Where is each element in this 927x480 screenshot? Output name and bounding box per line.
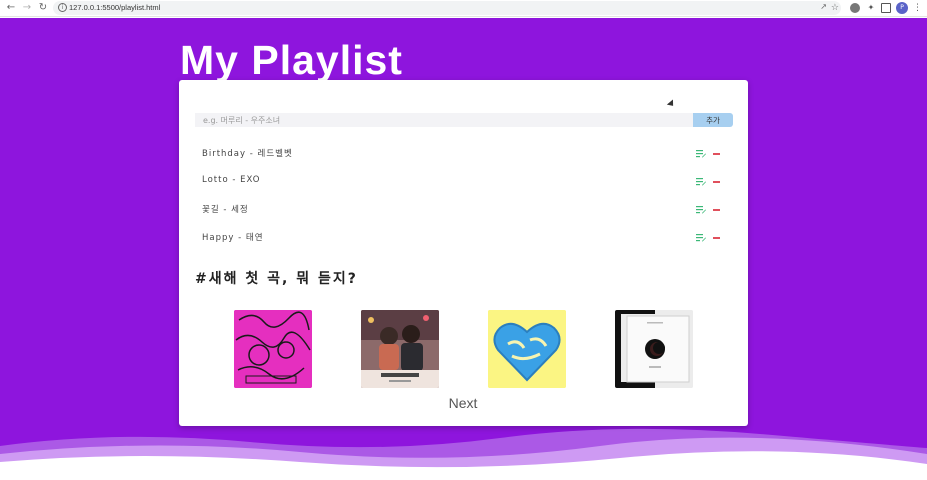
address-bar[interactable]: i 127.0.0.1:5500/playlist.html ↗ ☆	[53, 1, 841, 15]
share-icon[interactable]: ↗	[820, 2, 827, 11]
add-song-form: 추가	[195, 113, 733, 127]
site-info-icon[interactable]: i	[58, 3, 67, 12]
browser-menu-icon[interactable]: ⋮	[913, 2, 922, 14]
extension-icon[interactable]	[850, 3, 860, 13]
edit-icon[interactable]	[696, 206, 706, 214]
back-arrow-icon[interactable]: ←	[5, 2, 17, 14]
mouse-cursor-icon	[666, 99, 677, 109]
edit-icon[interactable]	[696, 150, 706, 158]
playlist-card: 추가 Birthday - 레드벨벳 Lotto - EXO 꽃길 - 세정 H…	[179, 80, 748, 426]
section-title: #새해 첫 곡, 뭐 듣지?	[195, 271, 358, 287]
song-list[interactable]: Birthday - 레드벨벳 Lotto - EXO 꽃길 - 세정 Happ…	[195, 142, 733, 242]
song-label: 꽃길 - 세정	[202, 205, 249, 215]
next-button[interactable]: Next	[441, 394, 485, 412]
profile-avatar[interactable]: P	[896, 2, 908, 14]
song-label: Happy - 태연	[202, 233, 264, 242]
side-panel-icon[interactable]	[881, 3, 891, 13]
list-item: Lotto - EXO	[195, 170, 733, 198]
moon-album-image	[615, 310, 693, 388]
song-label: Birthday - 레드벨벳	[202, 149, 293, 159]
forward-arrow-icon[interactable]: →	[21, 2, 33, 14]
photo-album-image	[361, 310, 439, 388]
song-input[interactable]	[195, 113, 693, 127]
list-item: Birthday - 레드벨벳	[195, 142, 733, 170]
album-cover[interactable]	[488, 310, 566, 388]
delete-icon[interactable]	[713, 209, 720, 211]
list-item: 꽃길 - 세정	[195, 198, 733, 226]
album-cover[interactable]	[615, 310, 693, 388]
delete-icon[interactable]	[713, 153, 720, 155]
wave-decoration	[0, 428, 927, 480]
add-button[interactable]: 추가	[693, 113, 733, 127]
delete-icon[interactable]	[713, 181, 720, 183]
edit-icon[interactable]	[696, 234, 706, 242]
address-url[interactable]: 127.0.0.1:5500/playlist.html	[69, 1, 160, 15]
page-title: My Playlist	[180, 37, 403, 83]
doodle-art-image	[234, 310, 312, 388]
browser-toolbar: ← → ↻ i 127.0.0.1:5500/playlist.html ↗ ☆…	[0, 0, 927, 17]
heart-logo-image	[488, 310, 566, 388]
edit-icon[interactable]	[696, 178, 706, 186]
reload-icon[interactable]: ↻	[37, 2, 49, 14]
album-cover[interactable]	[361, 310, 439, 388]
song-label: Lotto - EXO	[202, 175, 261, 185]
delete-icon[interactable]	[713, 237, 720, 239]
album-cover[interactable]	[234, 310, 312, 388]
bookmark-star-icon[interactable]: ☆	[831, 1, 839, 15]
list-item: Happy - 태연	[195, 226, 733, 242]
extensions-puzzle-icon[interactable]: ✦	[866, 3, 876, 13]
playlist-page: My Playlist 추가 Birthday - 레드벨벳 Lotto - E…	[0, 18, 927, 480]
